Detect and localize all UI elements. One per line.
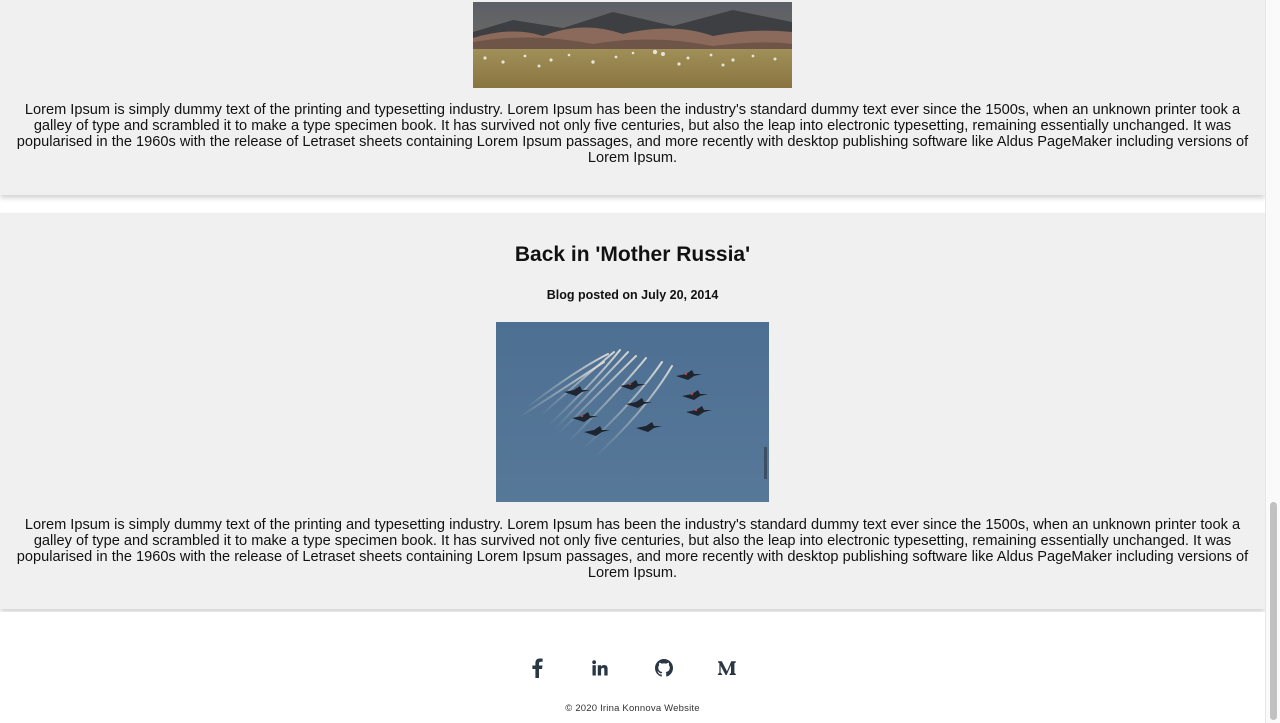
post-body: Lorem Ipsum is simply dummy text of the … (16, 517, 1249, 581)
post-title: Back in 'Mother Russia' (514, 243, 751, 266)
github-icon[interactable] (652, 656, 676, 680)
medium-icon[interactable] (715, 656, 739, 680)
post-image (473, 2, 792, 88)
scrollbar-thumb[interactable] (1270, 502, 1277, 720)
post-body: Lorem Ipsum is simply dummy text of the … (16, 102, 1249, 166)
site-footer: © 2020 Irina Konnova Website (0, 612, 1265, 723)
blog-page: Lorem Ipsum is simply dummy text of the … (0, 0, 1265, 723)
blog-post-card: Lorem Ipsum is simply dummy text of the … (0, 0, 1265, 195)
facebook-icon[interactable] (525, 656, 549, 680)
blog-post-card: Back in 'Mother Russia' Blog posted on J… (0, 213, 1265, 609)
post-image (496, 322, 769, 502)
copyright-text: © 2020 Irina Konnova Website (565, 703, 700, 714)
post-date: Blog posted on July 20, 2014 (546, 288, 719, 302)
linkedin-icon[interactable] (588, 656, 612, 680)
vertical-scrollbar[interactable] (1265, 0, 1280, 723)
